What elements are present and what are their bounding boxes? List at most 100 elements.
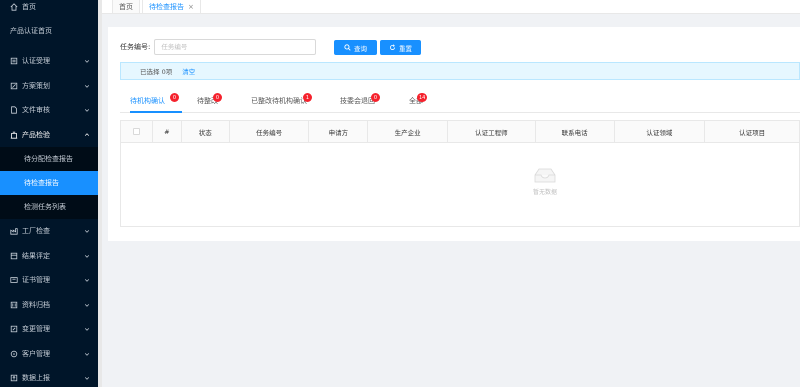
- tab-home[interactable]: 首页: [112, 0, 140, 13]
- sidebar-subitem-test-task-list[interactable]: 检测任务列表: [0, 195, 98, 219]
- change-icon: [10, 325, 18, 333]
- query-button-label: 查询: [354, 45, 367, 53]
- select-all-checkbox[interactable]: [132, 128, 140, 135]
- sidebar-item-result-evaluation[interactable]: 结果评定: [0, 244, 98, 269]
- factory-icon: [10, 227, 18, 235]
- chevron-down-icon: [84, 230, 90, 233]
- column-header-index: #: [153, 121, 182, 142]
- tab-rectified-pending-confirm[interactable]: 已整改待机构确认 1: [251, 89, 312, 112]
- reset-button[interactable]: 重置: [380, 40, 421, 55]
- tab-label: 首页: [119, 2, 133, 11]
- sidebar-item-customer-management[interactable]: 客户管理: [0, 342, 98, 367]
- chevron-down-icon: [84, 84, 90, 88]
- column-header-cert-item: 认证项目: [739, 128, 766, 137]
- inspect-icon: [10, 131, 18, 139]
- sidebar-subitem-label: 待分配检查报告: [24, 155, 73, 163]
- chevron-down-icon: [84, 328, 90, 331]
- sidebar-item-change-management[interactable]: 变更管理: [0, 317, 98, 342]
- clear-selection-link[interactable]: 清空: [182, 66, 195, 76]
- file-icon: [10, 106, 18, 114]
- close-icon[interactable]: ×: [188, 3, 194, 11]
- chevron-up-icon: [84, 133, 90, 136]
- tab-pending-report[interactable]: 待检查报告 ×: [142, 0, 201, 13]
- sidebar: 首页 产品认证首页 认证受理 方案策划 文件审核 产品检验 待分配检查报告 待检…: [0, 0, 98, 387]
- tab-label: 待检查报告: [149, 2, 184, 11]
- count-badge: 0: [371, 93, 380, 102]
- sidebar-subitem-label: 检测任务列表: [24, 203, 66, 211]
- sidebar-item-label: 资料归档: [22, 300, 50, 309]
- column-header-applicant: 申请方: [309, 121, 369, 142]
- sidebar-item-label: 产品认证首页: [10, 27, 52, 35]
- search-icon: [344, 44, 351, 51]
- sidebar-scrollbar[interactable]: [98, 0, 102, 387]
- sidebar-item-home[interactable]: 首页: [0, 0, 98, 13]
- sidebar-item-cert-acceptance[interactable]: 认证受理: [0, 49, 98, 74]
- sidebar-item-certificate-management[interactable]: 证书管理: [0, 268, 98, 293]
- search-form: 任务编号:: [120, 39, 317, 55]
- tab-committee-returned[interactable]: 技委会退回 0: [340, 89, 380, 112]
- chevron-down-icon: [84, 254, 90, 258]
- certificate-icon: [10, 276, 18, 284]
- tab-pending-confirm[interactable]: 待机构确认 0: [130, 89, 179, 112]
- sidebar-subitem-pending-report[interactable]: 待检查报告: [0, 171, 98, 195]
- tab-pending-rectify[interactable]: 待整改 0: [197, 89, 222, 112]
- tab-label: 待机构确认: [130, 96, 165, 105]
- sidebar-item-label: 结果评定: [22, 251, 50, 260]
- count-badge: 0: [213, 93, 222, 102]
- column-header-engineer: 认证工程师: [448, 121, 536, 142]
- chevron-down-icon: [84, 352, 90, 356]
- customer-icon: [10, 350, 18, 358]
- sidebar-item-label: 认证受理: [22, 57, 50, 66]
- selected-count-text: 已选择 0项: [140, 68, 173, 76]
- sidebar-item-product-cert-home[interactable]: 产品认证首页: [0, 13, 98, 49]
- chevron-down-icon: [84, 377, 90, 380]
- sidebar-item-plan[interactable]: 方案策划: [0, 74, 98, 99]
- sidebar-item-archive[interactable]: 资料归档: [0, 293, 98, 318]
- sidebar-item-factory-inspection[interactable]: 工厂检查: [0, 219, 98, 244]
- count-badge: 0: [170, 93, 179, 102]
- column-header-cert-field: 认证领域: [615, 121, 706, 142]
- reset-button-label: 重置: [399, 45, 412, 53]
- archive-icon: [10, 301, 18, 309]
- sidebar-item-label: 产品检验: [22, 130, 50, 139]
- sidebar-item-file-review[interactable]: 文件审核: [0, 98, 98, 123]
- column-header-phone: 联系电话: [536, 121, 615, 142]
- sidebar-item-product-inspection[interactable]: 产品检验: [0, 123, 98, 148]
- query-button[interactable]: 查询: [334, 40, 377, 55]
- tab-all[interactable]: 全部 14: [409, 89, 428, 112]
- sidebar-item-label: 客户管理: [22, 349, 50, 358]
- empty-text: 暂无数据: [532, 189, 557, 196]
- sidebar-item-label: 变更管理: [22, 325, 50, 334]
- sidebar-subitem-label: 待检查报告: [24, 179, 59, 187]
- home-icon: [10, 2, 18, 11]
- task-number-input[interactable]: [154, 39, 317, 55]
- column-header-status: 状态: [182, 121, 230, 142]
- sidebar-subitem-pending-assign-report[interactable]: 待分配检查报告: [0, 147, 98, 171]
- sidebar-item-label: 工厂检查: [22, 227, 50, 236]
- edit-icon: [10, 82, 18, 90]
- status-tabs: 待机构确认 0 待整改 0 已整改待机构确认 1 技委会退回 0 全部 14: [120, 89, 800, 113]
- tab-label: 技委会退回: [340, 96, 375, 105]
- select-all-cell: [121, 121, 153, 142]
- empty-inbox-icon: [534, 168, 556, 183]
- sidebar-item-data-report[interactable]: 数据上报: [0, 366, 98, 387]
- chevron-down-icon: [84, 279, 90, 282]
- page-tab-bar: 首页 待检查报告 ×: [102, 0, 800, 14]
- table-header: # 状态 任务编号 申请方 生产企业 认证工程师 联系电话 认证领域 认证项目: [120, 120, 800, 143]
- form-icon: [10, 57, 18, 65]
- sidebar-item-label: 文件审核: [22, 106, 50, 115]
- task-number-label: 任务编号:: [120, 43, 151, 51]
- sidebar-item-label: 方案策划: [22, 81, 50, 90]
- table-body: 暂无数据: [120, 143, 800, 227]
- tab-label: 已整改待机构确认: [251, 96, 307, 105]
- sidebar-item-label: 首页: [22, 2, 36, 11]
- sidebar-item-label: 数据上报: [22, 374, 50, 383]
- chevron-down-icon: [84, 303, 90, 307]
- main-card: 任务编号: 查询 重置 已选择 0项 清空 待机构确认 0 待整改 0 已整改待…: [108, 27, 800, 241]
- chevron-down-icon: [84, 109, 90, 112]
- count-badge: 14: [417, 93, 428, 102]
- upload-icon: [10, 374, 18, 382]
- chevron-down-icon: [84, 60, 90, 63]
- empty-state: 暂无数据: [525, 167, 565, 196]
- sidebar-submenu-product-inspection: 待分配检查报告 待检查报告 检测任务列表: [0, 147, 98, 219]
